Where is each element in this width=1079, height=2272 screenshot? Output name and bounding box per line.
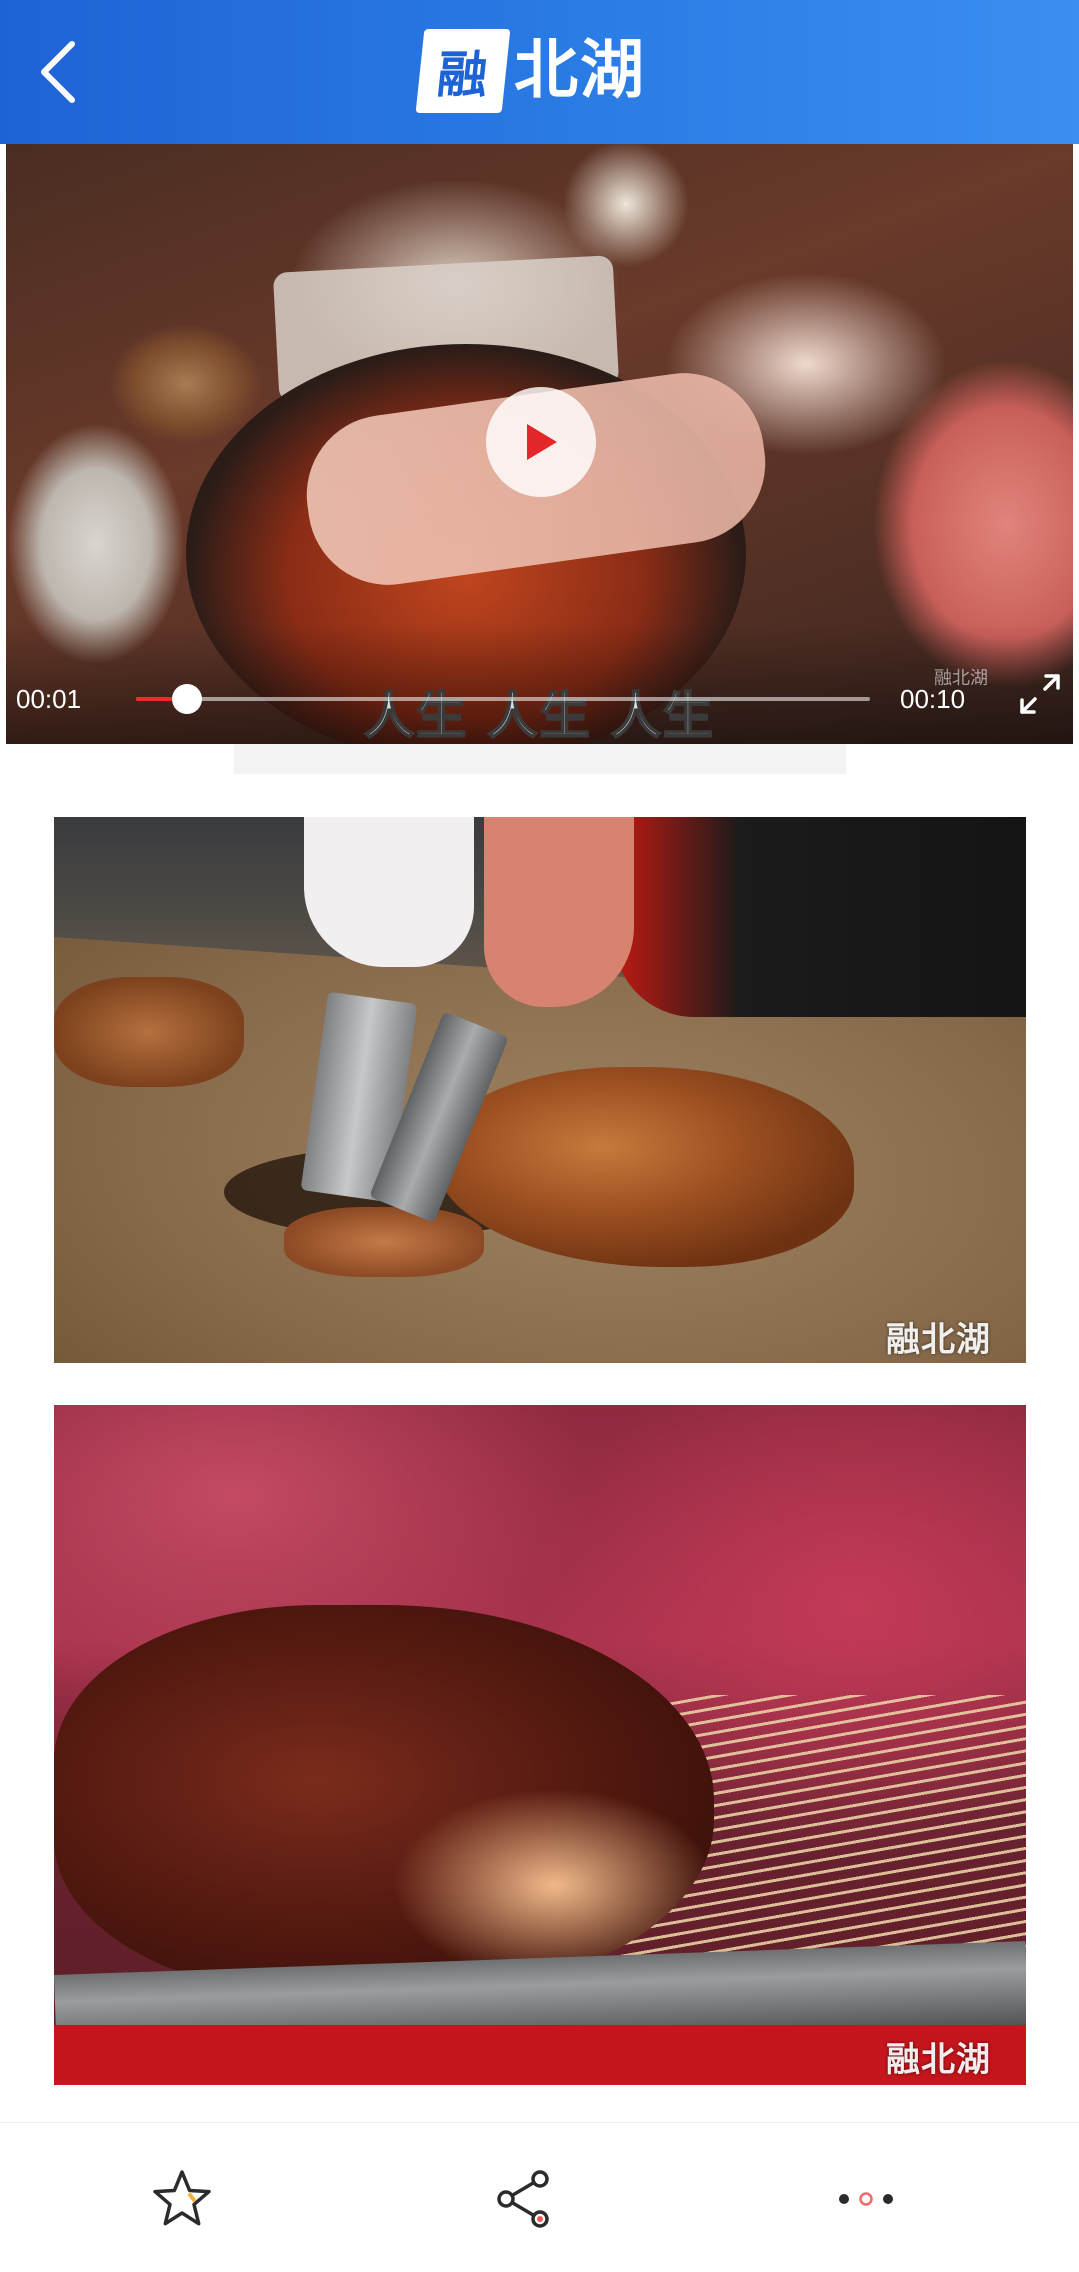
image-watermark: 融北湖 <box>886 2040 991 2080</box>
star-icon <box>153 2170 211 2226</box>
more-icon <box>839 2192 893 2206</box>
chevron-left-icon <box>41 41 75 103</box>
play-button[interactable] <box>486 387 596 497</box>
app-header: 融 北湖 <box>0 0 1079 144</box>
logo-mark: 融 <box>415 29 511 113</box>
article-image-skewers[interactable]: 融北湖 <box>54 1405 1026 2085</box>
progress-bar[interactable] <box>136 684 870 714</box>
fullscreen-icon <box>1020 674 1060 714</box>
bottom-action-bar <box>0 2122 1079 2272</box>
favorite-button[interactable] <box>146 2163 218 2235</box>
fullscreen-button[interactable] <box>1016 670 1064 718</box>
play-icon <box>527 424 557 460</box>
current-time: 00:01 <box>16 684 82 714</box>
logo-text: 北湖 <box>514 34 646 108</box>
back-button[interactable] <box>18 32 98 112</box>
app-logo: 融 北湖 <box>415 28 646 114</box>
video-caption-bar <box>234 744 846 774</box>
video-player[interactable]: 人生 人生 人生 融北湖 00:01 00:10 <box>6 144 1073 744</box>
total-time: 00:10 <box>900 684 966 714</box>
image-watermark: 融北湖 <box>886 1320 991 1360</box>
article-image-grill[interactable]: 融北湖 <box>54 817 1026 1363</box>
share-icon <box>497 2170 549 2228</box>
more-button[interactable] <box>830 2163 902 2235</box>
share-button[interactable] <box>488 2163 560 2235</box>
